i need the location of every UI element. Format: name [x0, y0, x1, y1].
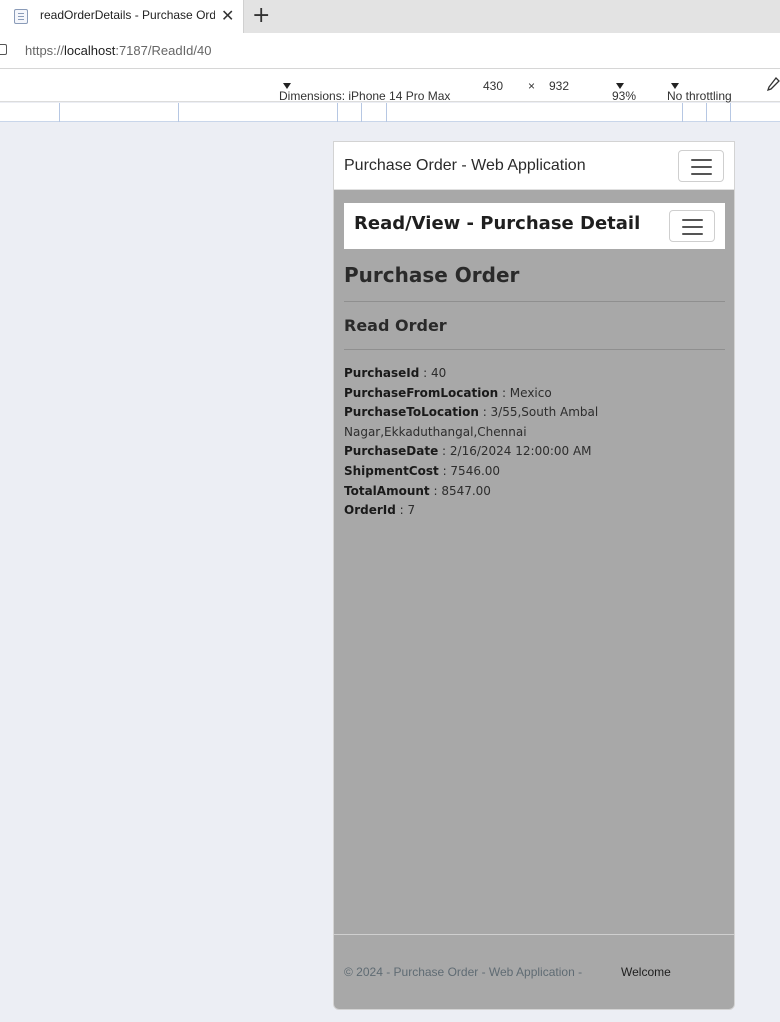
detail-label: PurchaseToLocation: [344, 405, 479, 420]
url-host: localhost: [64, 43, 116, 58]
site-navbar: Purchase Order - Web Application: [334, 142, 734, 190]
media-query-ruler[interactable]: [0, 103, 780, 122]
detail-label: TotalAmount: [344, 483, 430, 498]
page-title: Purchase Order: [344, 263, 520, 287]
detail-value: : 2/16/2024 12:00:00 AM: [438, 444, 592, 459]
throttling-label: No throttling: [667, 89, 732, 103]
throttling-dropdown[interactable]: No throttling: [667, 79, 732, 103]
detail-row: TotalAmount : 8547.00: [344, 482, 724, 502]
device-viewport: Purchase Order - Web Application Read/Vi…: [333, 141, 735, 1010]
footer-divider: [334, 934, 734, 935]
zoom-label: 93%: [612, 89, 637, 103]
ruler-divider: [682, 103, 683, 122]
address-bar[interactable]: https://localhost:7187/ReadId/40: [0, 33, 780, 69]
width-input[interactable]: 430: [483, 79, 503, 93]
detail-label: PurchaseDate: [344, 444, 439, 459]
inner-navbar: Read/View - Purchase Detail: [344, 203, 725, 249]
hamburger-icon: [691, 166, 712, 168]
hamburger-icon: [682, 226, 703, 228]
detail-value: : Mexico: [498, 385, 552, 400]
inner-navbar-toggler-button[interactable]: [669, 210, 715, 242]
detail-row: PurchaseId : 40: [344, 364, 724, 384]
detail-value: : 40: [419, 366, 447, 380]
detail-value: : 8547.00: [429, 483, 491, 498]
url-field[interactable]: https://localhost:7187/ReadId/40: [25, 43, 211, 58]
ruler-divider: [361, 103, 362, 122]
section-title: Read Order: [344, 316, 447, 335]
ruler-divider: [59, 103, 60, 122]
url-path: :7187/ReadId/40: [115, 43, 212, 58]
tab-title: readOrderDetails - Purchase Order - Web …: [40, 8, 215, 22]
navbar-toggler-button[interactable]: [678, 150, 724, 182]
height-input[interactable]: 932: [549, 79, 569, 93]
detail-label: ShipmentCost: [344, 463, 439, 478]
page-favicon-icon: [14, 9, 28, 24]
hamburger-icon: [691, 173, 712, 175]
tab-strip: readOrderDetails - Purchase Order - Web …: [0, 0, 780, 33]
dimensions-dropdown[interactable]: Dimensions: iPhone 14 Pro Max: [279, 79, 450, 103]
close-tab-icon[interactable]: ✕: [221, 6, 234, 25]
url-scheme: https://: [25, 43, 65, 58]
times-separator: ×: [528, 79, 536, 93]
footer-copyright: © 2024 - Purchase Order - Web Applicatio…: [344, 965, 583, 979]
ruler-divider: [337, 103, 338, 122]
ruler-divider: [730, 103, 731, 122]
ruler-divider: [706, 103, 707, 122]
zoom-dropdown[interactable]: 93%: [612, 79, 636, 103]
hamburger-icon: [691, 159, 712, 161]
dimensions-label: Dimensions: iPhone 14 Pro Max: [279, 89, 451, 103]
detail-row: ShipmentCost : 7546.00: [344, 462, 724, 482]
detail-label: OrderId: [344, 503, 396, 518]
divider: [344, 301, 725, 302]
detail-value: : 7546.00: [438, 463, 501, 478]
ruler-divider: [178, 103, 179, 122]
detail-label: PurchaseId: [344, 366, 420, 380]
browser-tab[interactable]: readOrderDetails - Purchase Order - Web …: [0, 0, 244, 33]
hamburger-icon: [682, 233, 703, 235]
site-brand[interactable]: Purchase Order - Web Application: [344, 157, 586, 175]
detail-label: PurchaseFromLocation: [344, 385, 499, 400]
footer-welcome-link[interactable]: Welcome: [621, 965, 671, 979]
divider: [344, 349, 725, 350]
detail-row: OrderId : 7: [344, 501, 724, 521]
detail-row: PurchaseDate : 2/16/2024 12:00:00 AM: [344, 442, 724, 462]
eyedropper-icon[interactable]: [766, 77, 780, 93]
inner-brand[interactable]: Read/View - Purchase Detail: [354, 213, 640, 234]
order-details: PurchaseId : 40 PurchaseFromLocation : M…: [344, 364, 724, 521]
detail-row: PurchaseFromLocation : Mexico: [344, 384, 724, 404]
hamburger-icon: [682, 219, 703, 221]
detail-value: : 7: [395, 503, 416, 518]
detail-row: PurchaseToLocation : 3/55,South Ambal Na…: [344, 403, 724, 442]
lock-icon[interactable]: [0, 44, 7, 55]
new-tab-icon[interactable]: +: [252, 3, 270, 28]
device-toolbar: Dimensions: iPhone 14 Pro Max 430 × 932 …: [0, 69, 780, 103]
ruler-divider: [386, 103, 387, 122]
